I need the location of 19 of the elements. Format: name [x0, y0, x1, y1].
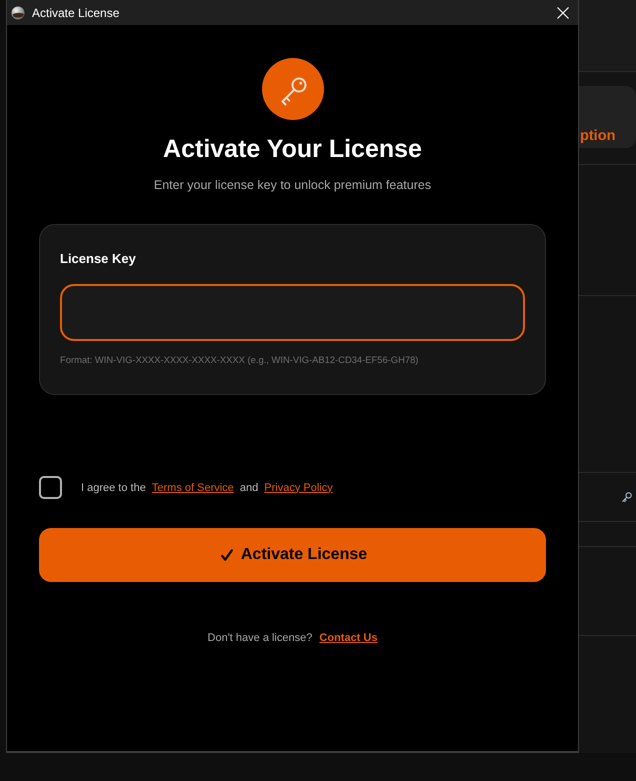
footer-text: Don't have a license? Contact Us: [208, 631, 378, 645]
dialog-subtitle: Enter your license key to unlock premium features: [154, 177, 432, 193]
logo-icon: [11, 6, 25, 20]
format-hint: Format: WIN-VIG-XXXX-XXXX-XXXX-XXXX (e.g., WIN-VIG-AB12-CD34-EF56-GH78): [60, 354, 418, 366]
menu-button[interactable]: ption: [579, 86, 636, 148]
activate-button[interactable]: Activate License: [39, 528, 546, 582]
check-icon: [220, 549, 233, 561]
dialog-heading: Activate Your License: [163, 135, 422, 163]
window-title: Activate License: [32, 4, 120, 20]
contact-link[interactable]: Contact Us: [319, 632, 378, 644]
agreement-text: I agree to the Terms of Service and Privacy Policy: [81, 480, 334, 494]
agreement-link[interactable]: Terms of Service: [152, 482, 234, 494]
agreement-link[interactable]: Privacy Policy: [264, 482, 333, 494]
checkbox[interactable]: [39, 476, 62, 499]
close-icon: [557, 6, 569, 18]
field-label: License Key: [60, 251, 136, 267]
key-icon: [622, 492, 632, 502]
key-icon: [262, 58, 324, 120]
license-key-input[interactable]: [60, 284, 525, 341]
